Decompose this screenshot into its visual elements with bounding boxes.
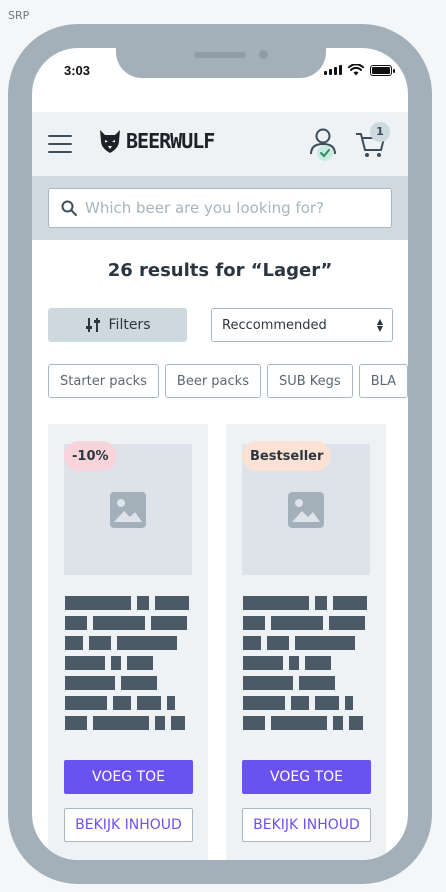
user-check-icon <box>310 128 336 161</box>
menu-icon[interactable] <box>48 135 72 153</box>
results-title: 26 results for “Lager” <box>107 260 333 281</box>
phone-screen: 3:03 BEERWULF 1 Which beer are you looki… <box>32 48 408 860</box>
bestseller-badge: Bestseller <box>242 441 332 471</box>
sort-selected-value: Reccommended <box>222 317 327 333</box>
notch <box>116 48 326 78</box>
search-box[interactable] <box>48 188 392 228</box>
add-to-cart-button[interactable]: VOEG TOE <box>242 760 371 794</box>
phone-frame: 3:03 BEERWULF 1 Which beer are you looki… <box>8 24 432 884</box>
search-input[interactable] <box>85 199 365 217</box>
view-contents-button[interactable]: BEKIJK INHOUD <box>242 808 371 842</box>
search-icon <box>61 200 77 216</box>
status-icons <box>324 64 395 76</box>
view-contents-button[interactable]: BEKIJK INHOUD <box>64 808 193 842</box>
speaker <box>194 52 246 58</box>
logo-text: BEERWULF <box>126 129 215 153</box>
image-icon <box>288 491 324 528</box>
user-account-button[interactable] <box>308 126 338 162</box>
logo[interactable]: BEERWULF <box>98 128 215 154</box>
filters-button[interactable]: Filters <box>48 308 187 342</box>
status-time: 3:03 <box>64 63 91 78</box>
product-text-placeholder <box>243 596 369 736</box>
add-to-cart-button[interactable]: VOEG TOE <box>64 760 193 794</box>
wolf-logo-icon <box>100 130 120 153</box>
image-icon <box>110 491 146 528</box>
chip-starter-packs[interactable]: Starter packs <box>48 364 159 398</box>
sliders-icon <box>85 318 100 332</box>
chip-bla[interactable]: BLA <box>358 364 408 398</box>
frame-label: SRP <box>8 9 30 22</box>
chip-sub-kegs[interactable]: SUB Kegs <box>266 364 353 398</box>
product-card[interactable]: -10% VOEG TOE BEKIJK INHOUD <box>48 424 208 860</box>
product-card[interactable]: Bestseller VOEG TOE BEKIJK INHOUD <box>226 424 386 860</box>
battery-icon <box>370 64 395 76</box>
cart-count-badge: 1 <box>370 122 390 142</box>
category-chips: Starter packs Beer packs SUB Kegs BLA <box>48 364 408 398</box>
sort-select[interactable]: Reccommended ▲ ▼ <box>211 308 393 342</box>
chip-beer-packs[interactable]: Beer packs <box>164 364 261 398</box>
camera <box>259 50 268 59</box>
app-header: BEERWULF 1 <box>32 112 408 176</box>
signal-icon <box>324 65 342 75</box>
discount-badge: -10% <box>64 441 117 471</box>
filters-label: Filters <box>108 317 151 333</box>
search-band <box>32 176 408 240</box>
select-arrows-icon: ▲ ▼ <box>376 317 383 333</box>
cart-button[interactable]: 1 <box>354 122 390 160</box>
product-text-placeholder <box>65 596 191 736</box>
wifi-icon <box>348 64 364 76</box>
